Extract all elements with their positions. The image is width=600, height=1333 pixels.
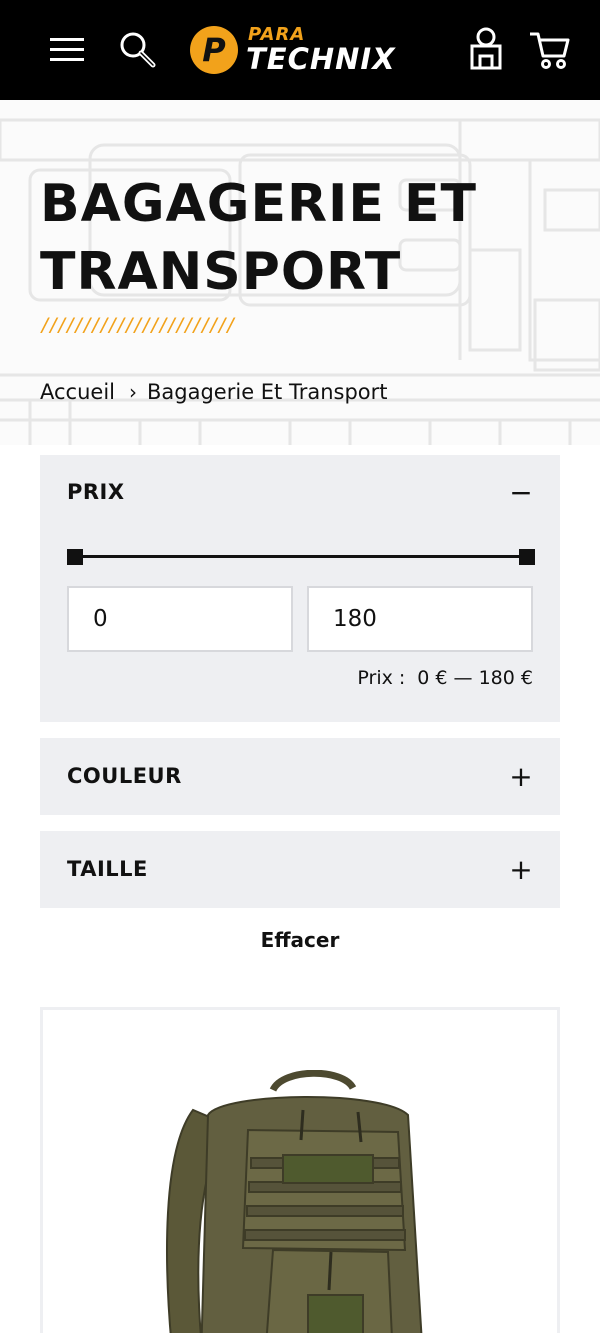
search-icon[interactable] (118, 30, 158, 70)
breadcrumb-current: Bagagerie Et Transport (147, 380, 388, 404)
product-image-backpack[interactable] (153, 1070, 453, 1333)
page-title: BAGAGERIE ET TRANSPORT (40, 174, 478, 302)
logo-text-technix: TECHNIX (246, 42, 396, 76)
price-summary-value: 0 € — 180 € (417, 667, 533, 689)
filter-panel-color[interactable]: COULEUR + (40, 738, 560, 815)
product-card[interactable] (40, 1007, 560, 1333)
collapse-icon[interactable]: − (508, 479, 534, 507)
price-max-input[interactable] (307, 586, 533, 652)
filter-price-title[interactable]: PRIX (67, 480, 125, 504)
cart-icon[interactable] (528, 28, 572, 72)
filter-size-title[interactable]: TAILLE (67, 857, 148, 881)
filter-panel-size[interactable]: TAILLE + (40, 831, 560, 908)
menu-icon[interactable] (50, 36, 86, 64)
slider-track (71, 555, 531, 558)
expand-icon[interactable]: + (508, 856, 534, 884)
title-accent-stripes: /////////////////////// (40, 314, 237, 336)
price-summary-label: Prix : (357, 667, 406, 689)
price-summary: Prix : 0 € — 180 € (357, 667, 533, 689)
breadcrumb: Accueil › Bagagerie Et Transport (40, 380, 388, 404)
slider-handle-max[interactable] (519, 549, 535, 565)
clear-filters-button[interactable]: Effacer (0, 928, 600, 952)
breadcrumb-home-link[interactable]: Accueil (40, 380, 115, 404)
price-range-slider[interactable] (67, 548, 535, 566)
chevron-right-icon: › (129, 380, 137, 404)
site-header: P PARA TECHNIX (0, 0, 600, 100)
category-hero: BAGAGERIE ET TRANSPORT /////////////////… (0, 100, 600, 445)
logo-mark: P (190, 26, 238, 74)
account-icon[interactable] (466, 26, 506, 72)
expand-icon[interactable]: + (508, 763, 534, 791)
price-min-input[interactable] (67, 586, 293, 652)
site-logo[interactable]: P PARA TECHNIX (190, 22, 420, 78)
filter-color-title[interactable]: COULEUR (67, 764, 182, 788)
filter-panel-price: PRIX − Prix : 0 € — 180 € (40, 455, 560, 722)
slider-handle-min[interactable] (67, 549, 83, 565)
